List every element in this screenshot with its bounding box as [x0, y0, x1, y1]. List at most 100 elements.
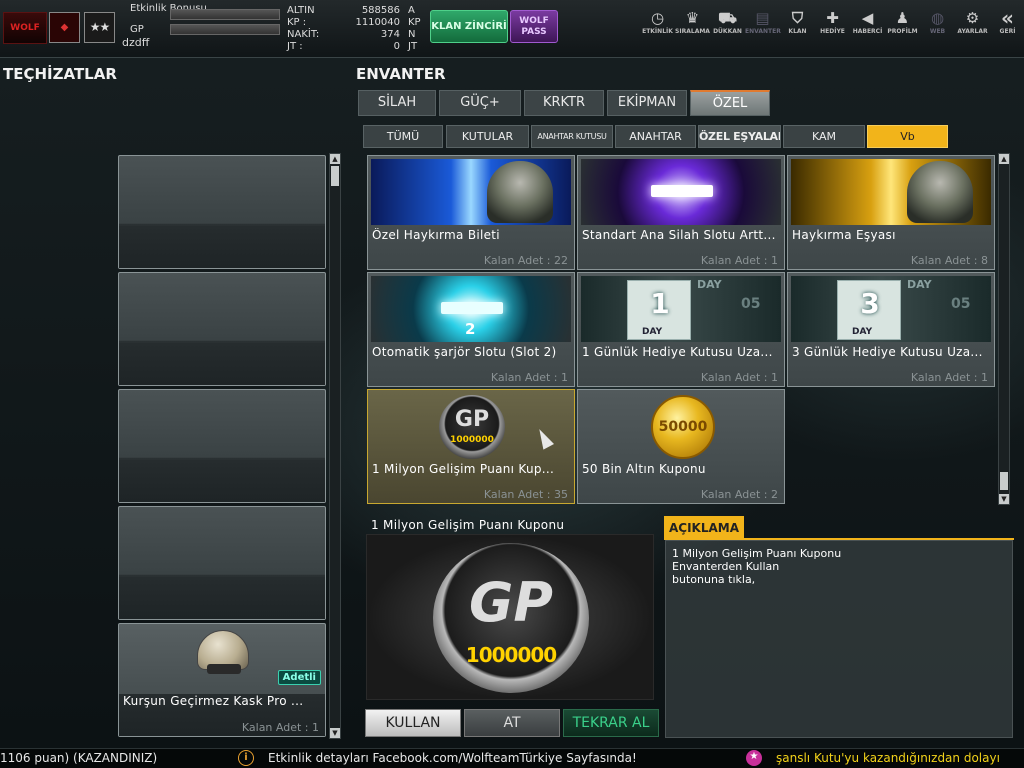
equipment-slot[interactable] — [118, 155, 326, 269]
description-line: butonuna tıkla, — [672, 573, 756, 586]
item-count: Kalan Adet : 1 — [700, 254, 778, 267]
currency-name: KP : — [287, 17, 307, 28]
soldier-icon — [487, 161, 553, 223]
drop-button[interactable]: AT — [464, 709, 560, 737]
nav-etkinlik[interactable]: ◷ ETKİNLİK — [640, 8, 675, 48]
nav-profilm[interactable]: ♟ PROFİLM — [885, 8, 920, 48]
day-label: DAY — [642, 327, 663, 337]
scroll-down-icon[interactable]: ▼ — [330, 728, 340, 738]
gp-coin-icon: GP 1000000 — [439, 395, 505, 459]
gift-icon: ✚ — [826, 9, 839, 27]
nav-label: GERİ — [999, 28, 1016, 35]
wolfteam-logo: WOLF — [3, 12, 47, 44]
gear-icon: ⚙ — [965, 9, 980, 27]
inventory-scrollbar[interactable]: ▲ ▼ — [998, 153, 1010, 505]
scroll-thumb[interactable] — [1000, 472, 1008, 490]
cart-icon: ⛟ — [718, 9, 737, 27]
nav-hediye[interactable]: ✚ HEDİYE — [815, 8, 850, 48]
subtab-vb[interactable]: Vb — [867, 125, 948, 148]
subtab-kutular[interactable]: KUTULAR — [446, 125, 529, 148]
day-label: DAY — [907, 278, 932, 291]
nav-dukkan[interactable]: ⛟ DÜKKAN — [710, 8, 745, 48]
item-thumbnail — [791, 159, 991, 225]
nav-haberci[interactable]: ◀ HABERCİ — [850, 8, 885, 48]
item-thumbnail: GP 1000000 — [371, 393, 571, 459]
star-icon: ★ — [746, 750, 762, 766]
equipment-slot[interactable] — [118, 506, 326, 620]
currency-value: 374 — [380, 29, 400, 40]
repurchase-button[interactable]: TEKRAR AL — [563, 709, 659, 737]
inventory-item[interactable]: 2 Otomatik şarjör Slotu (Slot 2) Kalan A… — [367, 272, 575, 387]
helmet-visor — [207, 664, 241, 674]
clan-emblem-icon[interactable]: ◆ — [49, 12, 80, 43]
nav-label: KLAN — [788, 28, 807, 35]
inventory-item[interactable]: Standart Ana Silah Slotu Artt... Kalan A… — [577, 155, 785, 270]
tab-guc[interactable]: GÜÇ+ — [439, 90, 521, 116]
scroll-thumb[interactable] — [331, 166, 339, 186]
nav-web[interactable]: ◍ WEB — [920, 8, 955, 48]
nav-label: HABERCİ — [852, 28, 883, 35]
nav-ayarlar[interactable]: ⚙ AYARLAR — [955, 8, 990, 48]
scroll-up-icon[interactable]: ▲ — [330, 154, 340, 164]
equipment-slot[interactable] — [118, 389, 326, 503]
item-name: Standart Ana Silah Slotu Artt... — [582, 228, 776, 242]
nav-siralama[interactable]: ♛ SIRALAMA — [675, 8, 710, 48]
item-count: Kalan Adet : 22 — [483, 254, 568, 267]
inventory-item[interactable]: 50000 50 Bin Altın Kuponu Kalan Adet : 2 — [577, 389, 785, 504]
inventory-item[interactable]: 3 DAY DAY 05 3 Günlük Hediye Kutusu Uza.… — [787, 272, 995, 387]
item-thumbnail: 2 — [371, 276, 571, 342]
gp-label: GP — [130, 24, 144, 35]
coin-text: GP — [469, 571, 553, 634]
equipment-scrollbar[interactable]: ▲ ▼ — [329, 153, 341, 739]
item-count: Kalan Adet : 8 — [910, 254, 988, 267]
subtab-tumu[interactable]: TÜMÜ — [363, 125, 443, 148]
scroll-down-icon[interactable]: ▼ — [999, 494, 1009, 504]
nav-envanter[interactable]: ▤ ENVANTER — [745, 8, 781, 48]
inventory-item[interactable]: 1 DAY DAY 05 1 Günlük Hediye Kutusu Uza.… — [577, 272, 785, 387]
tab-ekipman[interactable]: EKİPMAN — [607, 90, 687, 116]
currency-value: 1110040 — [355, 17, 400, 28]
megaphone-icon: ◀ — [861, 9, 874, 27]
subtab-kam[interactable]: KAM — [783, 125, 865, 148]
detail-item-title: 1 Milyon Gelişim Puanı Kuponu — [371, 518, 565, 532]
use-button[interactable]: KULLAN — [365, 709, 461, 737]
currency-row-kp: KP : 1110040 KP — [284, 17, 428, 29]
coin-value: 1000000 — [450, 435, 494, 445]
subtab-ozel-esyalar[interactable]: ÖZEL EŞYALAR — [698, 125, 781, 148]
nav-label: ETKİNLİK — [642, 28, 673, 35]
scroll-up-icon[interactable]: ▲ — [999, 154, 1009, 164]
item-thumbnail — [371, 159, 571, 225]
nav-klan[interactable]: ⛉ KLAN — [780, 8, 815, 48]
currency-unit: JT — [408, 41, 418, 52]
currency-unit: N — [408, 29, 416, 40]
coin-text: GP — [454, 407, 490, 432]
inventory-item[interactable]: Haykırma Eşyası Kalan Adet : 8 — [787, 155, 995, 270]
currency-name: JT : — [287, 41, 303, 52]
subtab-anahtar[interactable]: ANAHTAR — [615, 125, 696, 148]
description-line: 1 Milyon Gelişim Puanı Kuponu — [672, 547, 842, 560]
description-line: Envanterden Kullan — [672, 560, 780, 573]
nav-label: PROFİLM — [887, 28, 918, 35]
wolf-pass-button[interactable]: WOLF PASS — [510, 10, 558, 43]
tab-ozel[interactable]: ÖZEL — [690, 90, 770, 116]
rifle-icon — [441, 302, 503, 314]
equipment-slot[interactable] — [118, 272, 326, 386]
item-count: Kalan Adet : 1 — [700, 371, 778, 384]
nav-geri[interactable]: «GERİ — [990, 8, 1024, 48]
tab-silah[interactable]: SİLAH — [358, 90, 436, 116]
clan-chain-button[interactable]: KLAN ZİNCİRİ — [430, 10, 508, 43]
day-side-number: 05 — [741, 296, 761, 312]
clock-icon: ◷ — [650, 9, 665, 27]
subtab-anahtar-kutusu[interactable]: ANAHTAR KUTUSU — [531, 125, 613, 148]
day-label: DAY — [852, 327, 873, 337]
gold-coin-icon: 50000 — [651, 395, 715, 459]
item-thumbnail — [581, 159, 781, 225]
nav-label: AYARLAR — [957, 28, 988, 35]
inventory-item[interactable]: Özel Haykırma Bileti Kalan Adet : 22 — [367, 155, 575, 270]
item-count: Kalan Adet : 1 — [490, 371, 568, 384]
equipment-slot-helmet[interactable]: Adetli Kurşun Geçirmez Kask Pro ... Kala… — [118, 623, 326, 737]
tab-krktr[interactable]: KRKTR — [524, 90, 604, 116]
item-name: Haykırma Eşyası — [792, 228, 896, 242]
equipment-title: TEÇHİZATLAR — [3, 65, 117, 83]
currency-value: 588586 — [361, 5, 400, 16]
